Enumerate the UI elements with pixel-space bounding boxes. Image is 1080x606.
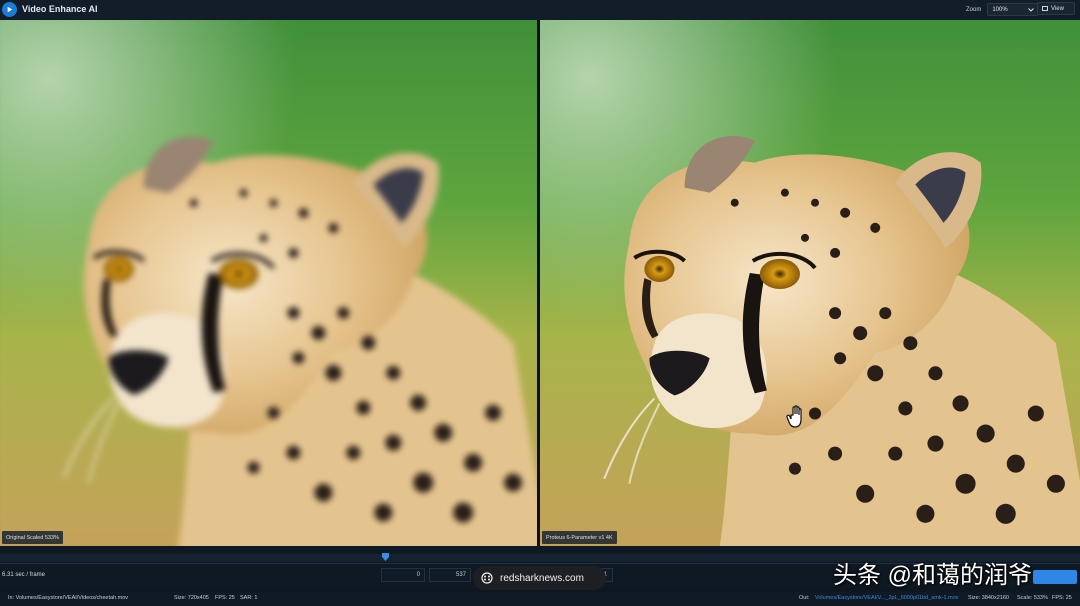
overlay-caption: 头条 @和蔼的润爷 xyxy=(833,562,1033,589)
enhanced-preview-label: Proteus 6-Parameter v1 4K xyxy=(542,531,617,544)
output-file-link[interactable]: Volumes/Easystore/VEAI/V..._2pL_6000p01b… xyxy=(815,595,959,601)
input-fps: FPS: 25 xyxy=(215,595,235,601)
original-preview-pane[interactable]: Original Scaled 533% xyxy=(0,20,537,546)
output-fps: FPS: 25 xyxy=(1052,595,1072,601)
watermark-text: redsharknews.com xyxy=(500,572,584,584)
app-logo-icon xyxy=(2,2,17,17)
app-title: Video Enhance AI xyxy=(22,4,98,14)
output-scale: Scale: 533% xyxy=(1017,595,1048,601)
enhanced-preview-pane[interactable]: Proteus 6-Parameter v1 4K xyxy=(540,20,1080,546)
process-button[interactable] xyxy=(1033,570,1077,584)
chevron-down-icon xyxy=(1028,7,1035,12)
start-frame-input[interactable]: 0 xyxy=(381,568,425,582)
hand-cursor-icon xyxy=(786,405,802,428)
status-bar: In: Volumes/Easystore/VEAI/Videos/cheeta… xyxy=(0,592,1080,606)
view-label: View xyxy=(1051,5,1064,12)
playhead-marker-icon[interactable] xyxy=(382,553,389,561)
zoom-label: Zoom xyxy=(966,6,982,13)
enhanced-video-frame xyxy=(540,20,1080,546)
title-bar: Video Enhance AI Zoom 100% View xyxy=(0,0,1080,21)
globe-icon xyxy=(481,572,493,584)
zoom-select[interactable]: 100% xyxy=(987,3,1040,16)
input-sar: SAR: 1 xyxy=(240,595,258,601)
watermark-badge: redsharknews.com xyxy=(473,566,606,590)
zoom-value: 100% xyxy=(992,6,1008,13)
original-preview-label: Original Scaled 533% xyxy=(2,531,63,544)
original-video-frame xyxy=(0,20,537,546)
output-size: Size: 3840x2160 xyxy=(968,595,1009,601)
frame-time-readout: 6.31 sec / frame xyxy=(2,572,46,578)
view-button[interactable]: View xyxy=(1037,2,1075,15)
input-size: Size: 720x405 xyxy=(174,595,209,601)
output-label: Out: xyxy=(799,595,810,601)
end-frame-input[interactable]: 537 xyxy=(429,568,471,582)
zoom-control: Zoom 100% xyxy=(966,2,1040,17)
input-path: In: Volumes/Easystore/VEAI/Videos/cheeta… xyxy=(8,595,129,601)
view-icon xyxy=(1042,6,1048,11)
